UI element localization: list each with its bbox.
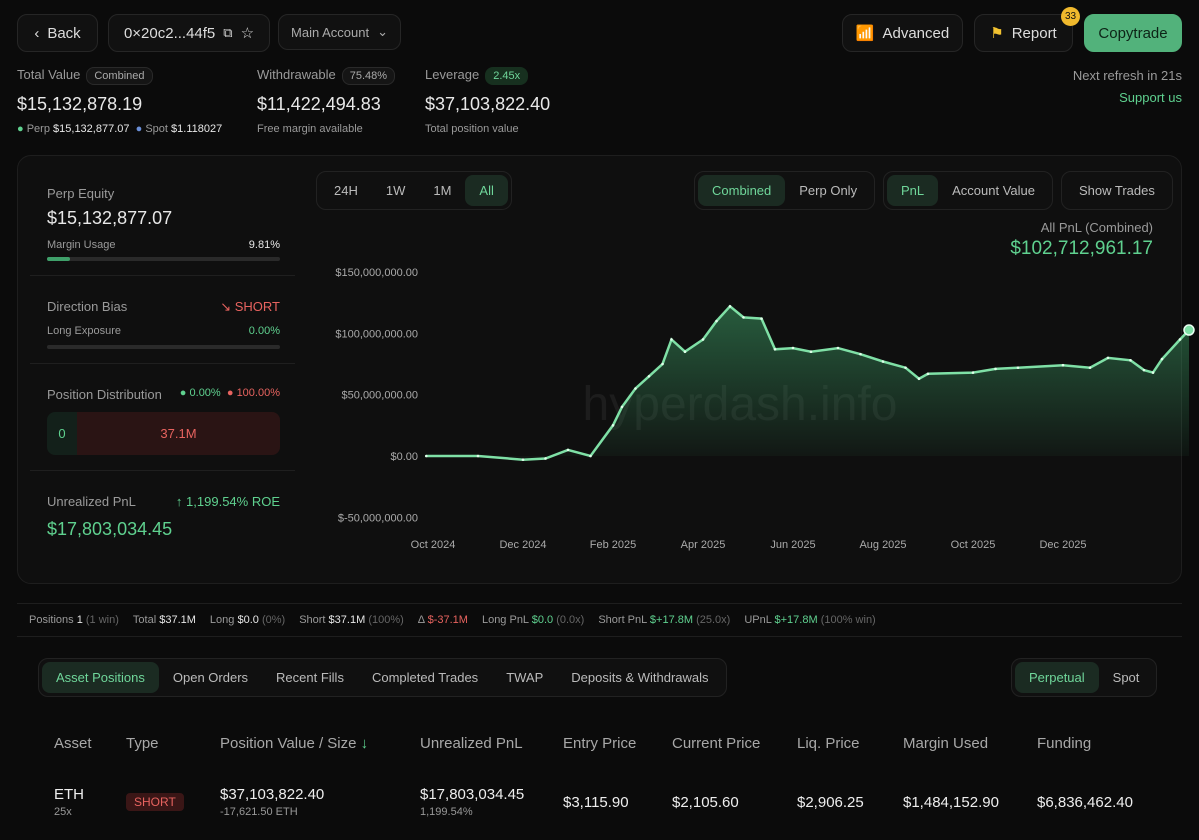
data-point [1061,363,1065,367]
stat-item: Long PnL $0.0 (0.0x) [481,614,585,626]
tab-spot[interactable]: Spot [1099,662,1154,693]
y-tick-label: $0.00 [390,451,418,463]
col-type[interactable]: Type [126,735,159,752]
data-point [809,350,813,354]
tab-twap[interactable]: TWAP [492,662,557,693]
data-point [791,346,795,350]
data-point [589,454,592,458]
data-point [661,362,664,366]
stat-item: Positions 1 (1 win) [29,614,119,626]
x-tick-label: Apr 2025 [681,539,726,551]
tab-completed-trades[interactable]: Completed Trades [358,662,492,693]
tab-deposits-withdrawals[interactable]: Deposits & Withdrawals [557,662,722,693]
asset-name: ETH [54,786,84,803]
data-point [1178,338,1182,341]
data-point [859,352,862,356]
data-point [1142,368,1146,372]
market-tabs: Perpetual Spot [1011,658,1158,697]
data-point [926,372,930,376]
x-tick-label: Feb 2025 [590,539,636,551]
tab-open-orders[interactable]: Open Orders [159,662,262,693]
col-position-value[interactable]: Position Value / Size ↓ [220,735,368,752]
data-point [566,448,570,452]
pnl-area [426,306,1189,460]
positions-stats-bar: Positions 1 (1 win) Total $37.1M Long $0.… [17,603,1182,637]
tab-asset-positions[interactable]: Asset Positions [42,662,159,693]
stat-item: UPnL $+17.8M (100% win) [744,614,876,626]
tab-recent-fills[interactable]: Recent Fills [262,662,358,693]
col-unrealized-pnl[interactable]: Unrealized PnL [420,735,523,752]
y-tick-label: $100,000,000.00 [335,328,418,340]
data-point [773,347,777,351]
data-point [683,350,687,354]
data-point [670,338,673,341]
stat-item: Short PnL $+17.8M (25.0x) [598,614,731,626]
data-point [728,305,732,308]
current-point-marker [1183,324,1195,336]
data-point [634,387,637,390]
data-point [881,360,885,363]
data-point [836,346,840,350]
data-point [994,367,997,371]
stat-item: Total $37.1M [132,614,196,626]
data-point [424,454,428,458]
x-tick-label: Aug 2025 [859,539,906,551]
data-point [742,316,745,319]
type-badge: SHORT [126,793,184,811]
data-point [917,377,921,381]
data-point [647,374,651,378]
col-funding[interactable]: Funding [1037,735,1091,752]
data-point [904,366,907,369]
data-point [760,317,763,320]
y-tick-label: $150,000,000.00 [335,267,418,279]
positions-tabs: Asset Positions Open Orders Recent Fills… [38,658,727,697]
col-liq-price[interactable]: Liq. Price [797,735,860,752]
col-entry-price[interactable]: Entry Price [563,735,636,752]
stat-item: Long $0.0 (0%) [209,614,286,626]
x-tick-label: Oct 2024 [411,539,456,551]
sort-down-icon: ↓ [360,735,369,752]
x-tick-label: Oct 2025 [951,539,996,551]
col-margin-used[interactable]: Margin Used [903,735,988,752]
x-tick-label: Dec 2025 [1039,539,1086,551]
data-point [1160,357,1164,361]
y-tick-label: $50,000,000.00 [342,390,418,402]
data-point [1129,359,1132,362]
data-point [971,371,975,374]
data-point [611,424,615,427]
data-point [701,338,705,341]
x-tick-label: Jun 2025 [770,539,815,551]
pnl-chart[interactable]: hyperdash.info $150,000,000.00$100,000,0… [0,0,1199,600]
col-current-price[interactable]: Current Price [672,735,760,752]
data-point [620,405,624,409]
data-point [1106,356,1110,360]
y-tick-label: $-50,000,000.00 [338,512,418,524]
data-point [1016,366,1020,369]
data-point [521,458,525,461]
x-tick-label: Dec 2024 [499,539,546,551]
data-point [476,454,480,458]
stat-item: Short $37.1M (100%) [299,614,404,626]
data-point [715,319,718,323]
data-point [1151,371,1155,374]
col-asset[interactable]: Asset [54,735,92,752]
tab-perpetual[interactable]: Perpetual [1015,662,1099,693]
stat-item: Δ $-37.1M [417,614,468,626]
data-point [544,457,547,460]
data-point [1088,366,1092,369]
